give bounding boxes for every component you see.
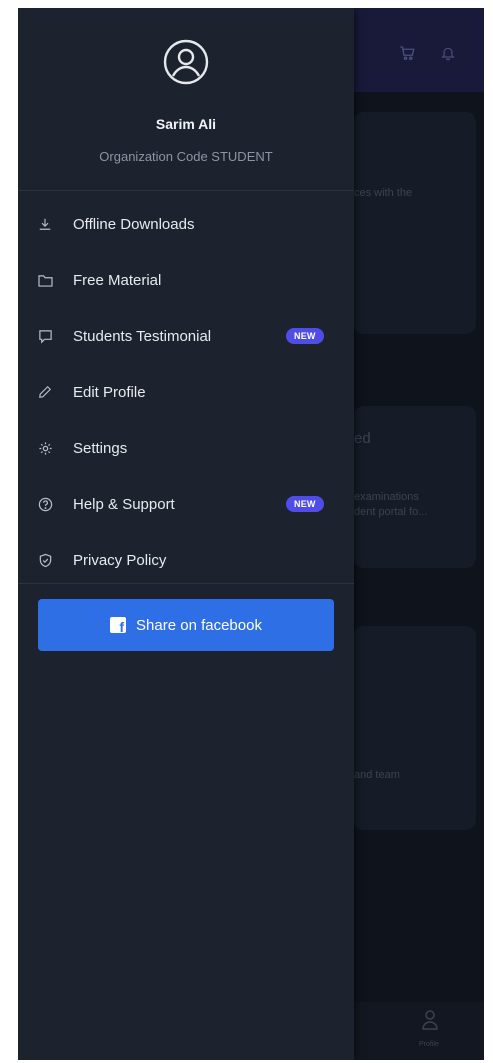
share-facebook-label: Share on facebook xyxy=(136,616,262,634)
side-drawer: Sarim Ali Organization Code STUDENT Offl… xyxy=(18,8,354,1060)
folder-icon xyxy=(37,272,53,288)
background-card xyxy=(354,406,476,568)
menu-item-help-support[interactable]: Help & Support NEW xyxy=(18,476,354,532)
app-frame: ces with the ed examinations dent portal… xyxy=(18,8,484,1060)
background-card-text: examinations xyxy=(354,491,419,503)
drawer-menu: Offline Downloads Free Material Students… xyxy=(18,196,354,588)
menu-item-settings[interactable]: Settings xyxy=(18,420,354,476)
background-card-text: and team xyxy=(354,769,400,781)
download-icon xyxy=(37,216,53,232)
background-card-text: ces with the xyxy=(354,187,413,199)
avatar-icon[interactable] xyxy=(162,38,210,86)
menu-item-offline-downloads[interactable]: Offline Downloads xyxy=(18,196,354,252)
chat-bubble-icon xyxy=(37,328,53,344)
menu-item-label: Help & Support xyxy=(73,495,175,513)
menu-item-privacy-policy[interactable]: Privacy Policy xyxy=(18,532,354,588)
pencil-icon xyxy=(37,384,53,400)
shield-check-icon xyxy=(37,552,53,568)
profile-section: Sarim Ali Organization Code STUDENT xyxy=(18,8,354,191)
gear-icon xyxy=(37,440,53,456)
user-name: Sarim Ali xyxy=(155,116,217,132)
profile-nav-label: Profile xyxy=(419,1041,439,1048)
menu-item-label: Settings xyxy=(73,439,128,457)
new-badge: NEW xyxy=(286,496,324,512)
menu-item-label: Offline Downloads xyxy=(73,215,195,233)
help-circle-icon xyxy=(37,496,53,512)
menu-item-students-testimonial[interactable]: Students Testimonial NEW xyxy=(18,308,354,364)
background-card-text: dent portal fo... xyxy=(354,506,428,518)
menu-item-free-material[interactable]: Free Material xyxy=(18,252,354,308)
menu-item-label: Edit Profile xyxy=(73,383,146,401)
cart-icon xyxy=(398,44,416,67)
organization-code: Organization Code STUDENT xyxy=(99,149,273,164)
profile-nav-icon xyxy=(422,1009,438,1036)
background-card xyxy=(354,626,476,830)
facebook-icon: f xyxy=(110,617,127,633)
menu-item-label: Privacy Policy xyxy=(73,551,167,569)
bell-icon xyxy=(440,44,456,67)
share-facebook-button[interactable]: f Share on facebook xyxy=(38,599,334,651)
new-badge: NEW xyxy=(286,328,324,344)
menu-item-edit-profile[interactable]: Edit Profile xyxy=(18,364,354,420)
background-card-heading: ed xyxy=(354,430,371,447)
menu-item-label: Free Material xyxy=(73,271,162,289)
menu-item-label: Students Testimonial xyxy=(73,327,212,345)
menu-divider xyxy=(18,583,354,584)
background-card xyxy=(354,112,476,334)
